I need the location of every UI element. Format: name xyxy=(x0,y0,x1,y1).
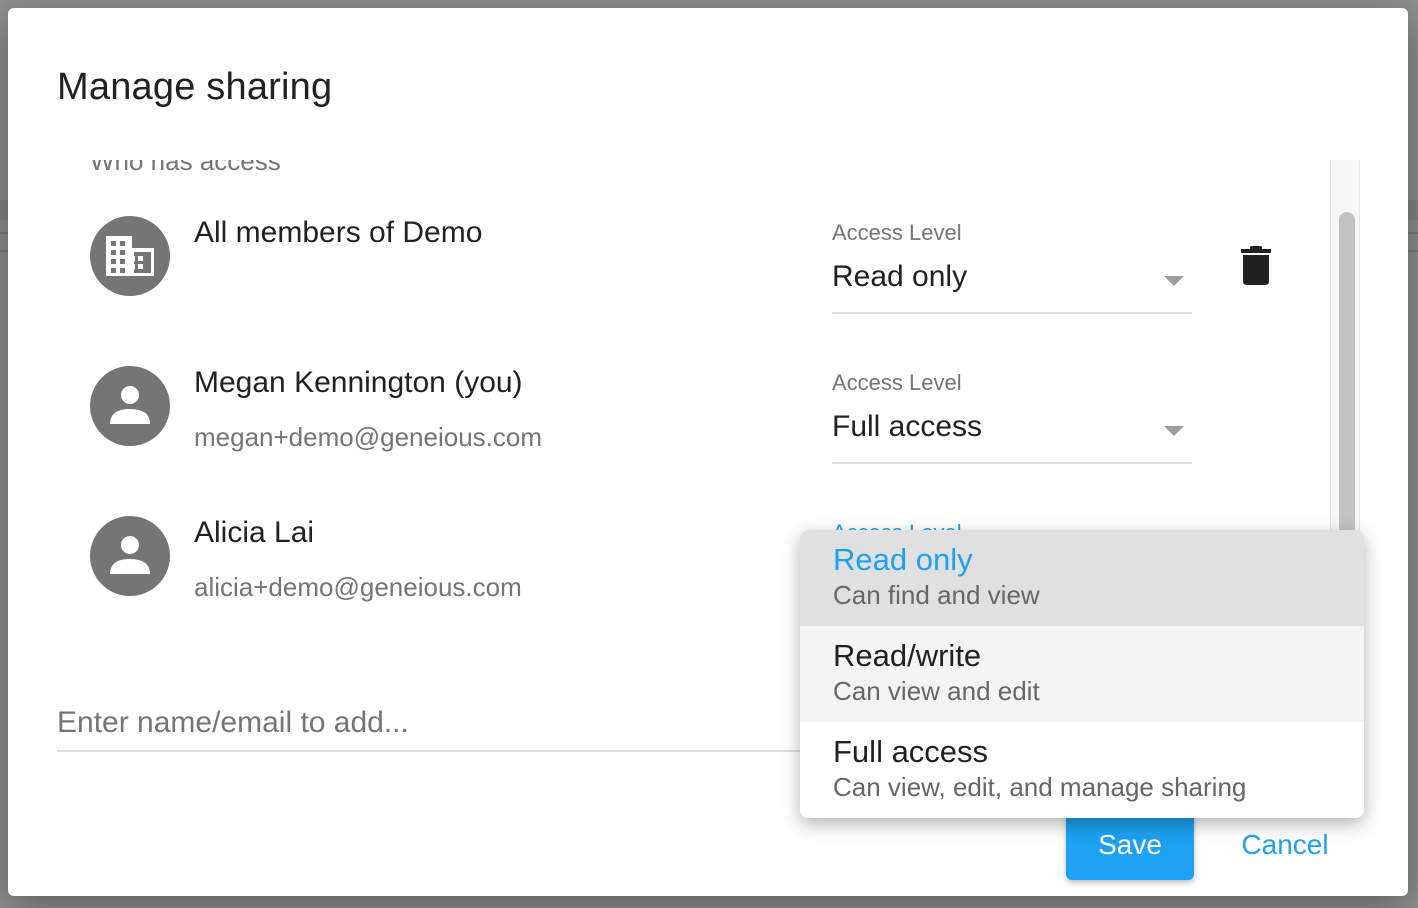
select-underline xyxy=(832,312,1192,314)
delete-member-button[interactable] xyxy=(1240,246,1272,286)
cancel-button[interactable]: Cancel xyxy=(1220,810,1350,880)
dialog-title: Manage sharing xyxy=(57,66,333,108)
menu-item-title: Full access xyxy=(833,734,989,769)
menu-item-full-access[interactable]: Full access Can view, edit, and manage s… xyxy=(800,722,1364,818)
access-level-select[interactable]: Access Level Full access xyxy=(832,364,1192,464)
menu-item-title: Read/write xyxy=(833,638,982,673)
member-email: megan+demo@geneious.com xyxy=(194,422,542,452)
caret-down-icon xyxy=(1164,276,1184,286)
section-label-who-has-access: Who has access xyxy=(90,160,281,176)
member-name: Megan Kennington (you) xyxy=(194,366,523,399)
person-icon xyxy=(110,386,150,424)
access-level-menu: Read only Can find and view Read/write C… xyxy=(800,530,1364,818)
caret-down-icon xyxy=(1164,426,1184,436)
menu-item-read-only[interactable]: Read only Can find and view xyxy=(800,530,1364,626)
member-row: All members of Demo Access Level Read on… xyxy=(8,210,1328,360)
access-level-label: Access Level xyxy=(832,220,962,245)
menu-item-description: Can view and edit xyxy=(833,676,1040,706)
access-level-select[interactable]: Access Level Read only xyxy=(832,214,1192,314)
trash-icon xyxy=(1241,246,1271,285)
member-email: alicia+demo@geneious.com xyxy=(194,572,522,602)
member-name: Alicia Lai xyxy=(194,516,315,549)
building-icon xyxy=(106,236,154,276)
member-name: All members of Demo xyxy=(194,216,483,249)
access-level-label: Access Level xyxy=(832,370,962,395)
menu-item-description: Can find and view xyxy=(833,580,1040,610)
person-icon xyxy=(110,536,150,574)
access-level-value: Read only xyxy=(832,260,968,293)
avatar xyxy=(90,216,170,296)
avatar xyxy=(90,366,170,446)
menu-item-title: Read only xyxy=(833,542,973,577)
menu-item-read-write[interactable]: Read/write Can view and edit xyxy=(800,626,1364,722)
save-button[interactable]: Save xyxy=(1066,810,1194,880)
access-level-value: Full access xyxy=(832,410,983,443)
select-underline xyxy=(832,462,1192,464)
avatar xyxy=(90,516,170,596)
member-row: Megan Kennington (you) megan+demo@geneio… xyxy=(8,360,1328,510)
menu-item-description: Can view, edit, and manage sharing xyxy=(833,772,1247,802)
